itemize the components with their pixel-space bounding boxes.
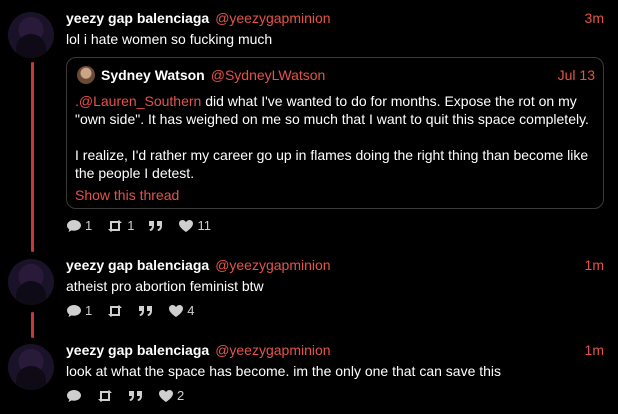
show-thread-link[interactable]: Show this thread bbox=[75, 186, 595, 204]
tweet-actions: 2 bbox=[66, 388, 198, 403]
quote-icon bbox=[149, 220, 163, 231]
like-count: 2 bbox=[177, 388, 185, 403]
retweet-icon bbox=[108, 304, 123, 317]
retweet-icon bbox=[108, 219, 123, 232]
reply-count: 1 bbox=[85, 218, 93, 233]
author-handle[interactable]: @yeezygapminion bbox=[215, 342, 330, 358]
retweet-button[interactable] bbox=[96, 389, 114, 403]
like-button[interactable]: 4 bbox=[168, 303, 194, 318]
thread-line-1 bbox=[31, 62, 34, 252]
tweet-text: look at what the space has become. im th… bbox=[66, 363, 502, 379]
tweet-time[interactable]: 1m bbox=[585, 257, 604, 273]
like-icon bbox=[169, 304, 184, 317]
display-name[interactable]: yeezy gap balenciaga bbox=[66, 10, 209, 26]
quoted-handle[interactable]: @SydneyLWatson bbox=[211, 67, 326, 83]
tweet-time[interactable]: 3m bbox=[585, 10, 604, 26]
quote-button[interactable] bbox=[148, 219, 164, 233]
quoted-display-name[interactable]: Sydney Watson bbox=[101, 67, 205, 83]
retweet-button[interactable]: 1 bbox=[106, 218, 134, 233]
author-name[interactable]: yeezy gap balenciaga @yeezygapminion bbox=[66, 10, 331, 26]
quote-button[interactable] bbox=[138, 304, 154, 318]
tweet-text: lol i hate women so fucking much bbox=[66, 31, 273, 47]
quoted-text: .@Lauren_Southern did what I've wanted t… bbox=[75, 92, 595, 204]
avatar[interactable] bbox=[8, 344, 54, 390]
like-icon bbox=[179, 219, 194, 232]
quote-icon bbox=[139, 305, 153, 316]
retweet-icon bbox=[98, 389, 112, 402]
reply-button[interactable]: 1 bbox=[66, 303, 92, 318]
tweet-text: atheist pro abortion feminist btw bbox=[66, 278, 264, 294]
like-icon bbox=[159, 389, 173, 402]
author-name[interactable]: yeezy gap balenciaga @yeezygapminion bbox=[66, 342, 331, 358]
quote-button[interactable] bbox=[128, 389, 144, 403]
reply-icon bbox=[67, 389, 81, 402]
tweet-actions: 1 1 11 bbox=[66, 218, 225, 233]
reply-button[interactable]: 1 bbox=[66, 218, 92, 233]
quote-icon bbox=[129, 390, 142, 401]
mention-link[interactable]: .@Lauren_Southern bbox=[75, 93, 201, 109]
quoted-author[interactable]: Sydney Watson @SydneyLWatson bbox=[101, 67, 325, 83]
author-handle[interactable]: @yeezygapminion bbox=[215, 10, 330, 26]
author-name[interactable]: yeezy gap balenciaga @yeezygapminion bbox=[66, 257, 331, 273]
author-handle[interactable]: @yeezygapminion bbox=[215, 257, 330, 273]
thread-line-2 bbox=[31, 312, 34, 338]
quoted-line: the people I detest. bbox=[75, 165, 195, 181]
quoted-tweet[interactable]: Sydney Watson @SydneyLWatson Jul 13 .@Lau… bbox=[66, 57, 604, 209]
avatar[interactable] bbox=[8, 259, 54, 305]
display-name[interactable]: yeezy gap balenciaga bbox=[66, 257, 209, 273]
avatar[interactable] bbox=[8, 12, 54, 58]
quoted-time[interactable]: Jul 13 bbox=[558, 67, 595, 83]
quoted-avatar[interactable] bbox=[77, 66, 95, 84]
reply-icon bbox=[67, 304, 81, 317]
reply-button[interactable] bbox=[66, 389, 82, 403]
reply-icon bbox=[67, 219, 81, 232]
like-count: 11 bbox=[197, 218, 211, 233]
quoted-line: I realize, I'd rather my career go up in… bbox=[75, 147, 589, 163]
retweet-button[interactable] bbox=[106, 304, 124, 318]
tweet-time[interactable]: 1m bbox=[585, 342, 604, 358]
quoted-line: "own side". It has weighed on me so much… bbox=[75, 111, 589, 127]
display-name[interactable]: yeezy gap balenciaga bbox=[66, 342, 209, 358]
quoted-line: did what I've wanted to do for months. E… bbox=[201, 93, 577, 109]
like-button[interactable]: 11 bbox=[178, 218, 211, 233]
like-count: 4 bbox=[187, 303, 195, 318]
reply-count: 1 bbox=[85, 303, 93, 318]
tweet-actions: 1 4 bbox=[66, 303, 208, 318]
retweet-count: 1 bbox=[127, 218, 135, 233]
like-button[interactable]: 2 bbox=[158, 388, 184, 403]
